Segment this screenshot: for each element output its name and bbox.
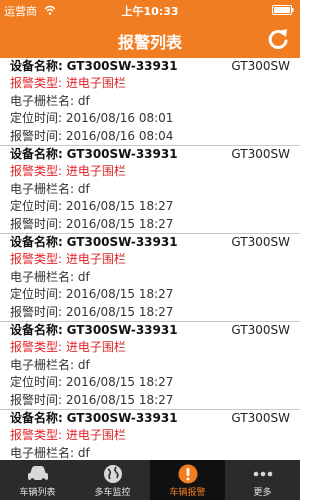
alarm-time: 报警时间: 2016/08/15 18:27 <box>10 392 174 407</box>
tab-more[interactable]: 更多 <box>225 460 300 500</box>
device-name: GT300SW-33931 <box>66 323 178 337</box>
fence-name: 电子栅栏名: df <box>10 181 90 196</box>
alarm-list-item[interactable]: 设备名称: GT300SW-33931 GT300SW 报警类型: 进电子围栏 … <box>0 410 300 460</box>
device-row: 设备名称: GT300SW-33931 GT300SW <box>10 234 294 251</box>
alarm-list-item[interactable]: 设备名称: GT300SW-33931 GT300SW 报警类型: 进电子围栏 … <box>0 322 300 410</box>
device-name-label: 设备名称: <box>10 147 63 161</box>
device-row: 设备名称: GT300SW-33931 GT300SW <box>10 146 294 163</box>
nav-bar: 报警列表 <box>0 20 300 58</box>
device-row: 设备名称: GT300SW-33931 GT300SW <box>10 410 294 427</box>
device-name: GT300SW-33931 <box>66 235 178 249</box>
globe-icon <box>103 465 122 483</box>
tab-label: 车辆报警 <box>169 488 206 498</box>
tab-label: 车辆列表 <box>19 488 56 498</box>
car-icon <box>27 466 48 483</box>
alarm-type: 报警类型: 进电子围栏 <box>10 428 126 443</box>
alarm-type: 报警类型: 进电子围栏 <box>10 164 126 179</box>
status-bar: 运营商 上午10:33 <box>0 0 300 20</box>
locate-time: 定位时间: 2016/08/15 18:27 <box>10 287 174 302</box>
device-name: GT300SW-33931 <box>66 59 178 73</box>
tab-vehicle-list[interactable]: 车辆列表 <box>0 460 75 500</box>
alarm-time: 报警时间: 2016/08/16 08:04 <box>10 128 174 143</box>
tab-bar: 车辆列表 多车监控 车辆报警 更多 <box>0 460 300 500</box>
alarm-time: 报警时间: 2016/08/15 18:27 <box>10 304 174 319</box>
device-model: GT300SW <box>231 59 290 73</box>
device-row: 设备名称: GT300SW-33931 GT300SW <box>10 58 294 75</box>
device-name: GT300SW-33931 <box>66 411 178 425</box>
alarm-list-item[interactable]: 设备名称: GT300SW-33931 GT300SW 报警类型: 进电子围栏 … <box>0 234 300 322</box>
fence-name: 电子栅栏名: df <box>10 93 90 108</box>
device-row: 设备名称: GT300SW-33931 GT300SW <box>10 322 294 339</box>
alarm-list-item[interactable]: 设备名称: GT300SW-33931 GT300SW 报警类型: 进电子围栏 … <box>0 146 300 234</box>
device-model: GT300SW <box>231 235 290 249</box>
refresh-icon[interactable] <box>264 25 292 53</box>
alarm-type: 报警类型: 进电子围栏 <box>10 340 126 355</box>
tab-multi-monitor[interactable]: 多车监控 <box>75 460 150 500</box>
device-model: GT300SW <box>231 411 290 425</box>
alarm-list[interactable]: 设备名称: GT300SW-33931 GT300SW 报警类型: 进电子围栏 … <box>0 58 300 460</box>
fence-name: 电子栅栏名: df <box>10 269 90 284</box>
tab-label: 多车监控 <box>94 488 131 498</box>
page-title: 报警列表 <box>117 33 182 52</box>
device-name-label: 设备名称: <box>10 59 63 73</box>
device-name: GT300SW-33931 <box>66 147 178 161</box>
locate-time: 定位时间: 2016/08/16 08:01 <box>10 111 174 126</box>
alarm-type: 报警类型: 进电子围栏 <box>10 76 126 91</box>
alarm-list-item[interactable]: 设备名称: GT300SW-33931 GT300SW 报警类型: 进电子围栏 … <box>0 58 300 146</box>
device-name-label: 设备名称: <box>10 411 63 425</box>
device-name-label: 设备名称: <box>10 323 63 337</box>
alert-icon <box>178 464 197 484</box>
device-model: GT300SW <box>231 323 290 337</box>
locate-time: 定位时间: 2016/08/15 18:27 <box>10 375 174 390</box>
alarm-type: 报警类型: 进电子围栏 <box>10 252 126 267</box>
device-model: GT300SW <box>231 147 290 161</box>
tab-vehicle-alarm[interactable]: 车辆报警 <box>150 460 225 500</box>
more-icon <box>253 471 272 477</box>
tab-label: 更多 <box>253 488 272 498</box>
battery-icon <box>272 5 294 15</box>
device-name-label: 设备名称: <box>10 235 63 249</box>
status-time: 上午10:33 <box>121 5 179 18</box>
fence-name: 电子栅栏名: df <box>10 357 90 372</box>
locate-time: 定位时间: 2016/08/15 18:27 <box>10 199 174 214</box>
fence-name: 电子栅栏名: df <box>10 445 90 460</box>
alarm-time: 报警时间: 2016/08/15 18:27 <box>10 216 174 231</box>
